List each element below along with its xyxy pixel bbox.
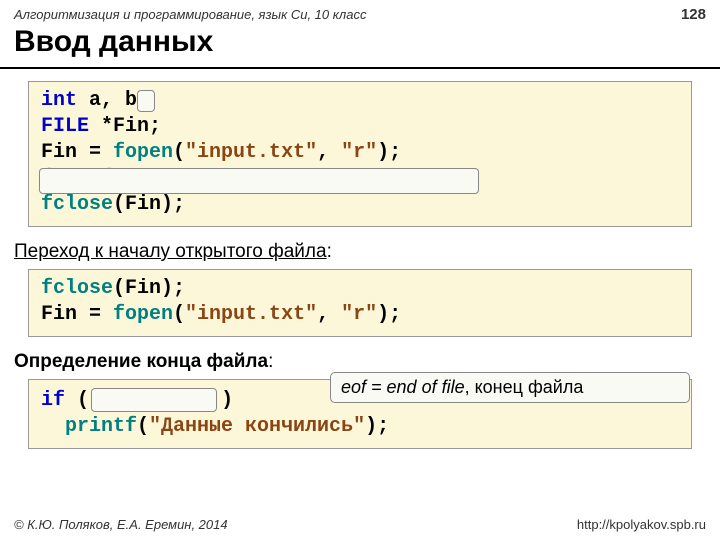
code-line: int a, b; (41, 88, 679, 114)
page-number: 128 (681, 6, 706, 23)
slide-header: Алгоритмизация и программирование, язык … (0, 0, 720, 25)
callout-eof: eof = end of file, конец файла (330, 372, 690, 403)
slide-footer: © К.Ю. Поляков, Е.А. Еремин, 2014 http:/… (0, 517, 720, 532)
course-title: Алгоритмизация и программирование, язык … (14, 7, 366, 22)
footer-url: http://kpolyakov.spb.ru (577, 517, 706, 532)
code-line: fclose(Fin); (41, 276, 679, 302)
code-line: fscanf( Fin, "%d%d", &a, &b ); (41, 166, 679, 192)
code-block-1: int a, b; FILE *Fin; Fin = fopen("input.… (28, 81, 692, 227)
code-line: Fin = fopen("input.txt", "r"); (41, 302, 679, 328)
code-line: printf("Данные кончились"); (41, 414, 679, 440)
copyright: © К.Ю. Поляков, Е.А. Еремин, 2014 (14, 517, 228, 532)
code-line: FILE *Fin; (41, 114, 679, 140)
code-line: fclose(Fin); (41, 192, 679, 218)
section-rewind: Переход к началу открытого файла: (0, 237, 720, 269)
code-block-2: fclose(Fin); Fin = fopen("input.txt", "r… (28, 269, 692, 337)
code-line: Fin = fopen("input.txt", "r"); (41, 140, 679, 166)
slide-title: Ввод данных (0, 25, 720, 69)
